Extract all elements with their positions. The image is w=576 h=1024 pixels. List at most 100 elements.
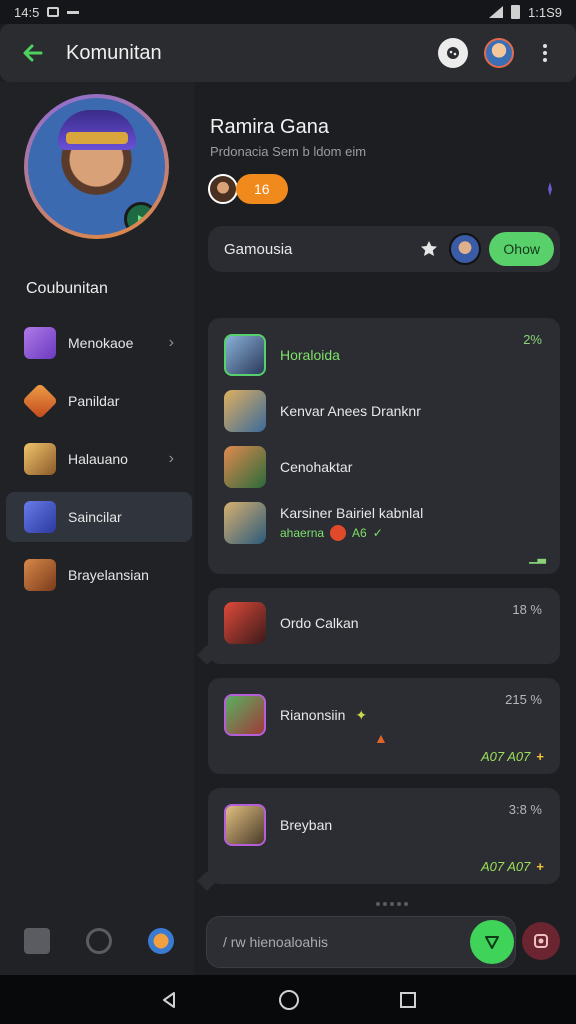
- list-item[interactable]: Cenohaktar: [224, 446, 352, 488]
- list-item[interactable]: Karsiner Bairiel kabnlal ahaerna A6 ✓: [224, 502, 423, 544]
- profile-portrait[interactable]: [24, 94, 169, 239]
- play-icon[interactable]: [124, 202, 158, 235]
- status-time: 14:5: [14, 4, 40, 20]
- check-icon: ✓: [372, 526, 383, 540]
- warning-icon: ▲: [374, 730, 388, 746]
- list-item[interactable]: Horaloida: [224, 334, 340, 376]
- list-item-title: Ordo Calkan: [280, 615, 359, 631]
- profile-stats: 16: [208, 174, 288, 204]
- warrior-icon: [24, 443, 56, 475]
- sidebar-item-halauano[interactable]: Halauano ›: [6, 434, 192, 484]
- back-triangle-icon[interactable]: [159, 990, 179, 1010]
- send-button[interactable]: [470, 920, 514, 964]
- more-vert-icon: [543, 44, 547, 62]
- signal-icon: [489, 6, 504, 18]
- plus-icon[interactable]: +: [536, 859, 544, 874]
- fire-icon: [330, 525, 347, 541]
- list-item-meta: ahaerna A6 ✓: [280, 525, 423, 541]
- more-button[interactable]: [530, 38, 560, 68]
- status-bar: 14:5 1:1S9: [0, 0, 576, 24]
- sidebar-item-label: Menokaoe: [68, 335, 134, 351]
- arrow-left-icon: [23, 44, 43, 62]
- chevron-right-icon: ›: [168, 450, 174, 467]
- star-icon[interactable]: [419, 239, 439, 259]
- minus-icon: [67, 10, 80, 14]
- page-title: Komunitan: [66, 41, 162, 64]
- plus-icon[interactable]: +: [536, 749, 544, 764]
- card-percent: 18 %: [512, 602, 542, 617]
- message-placeholder: / rw hienoaloahis: [223, 934, 329, 950]
- list-item-title: Cenohaktar: [280, 459, 353, 475]
- hero-icon: [224, 390, 266, 432]
- sidebar-item-menokaoe[interactable]: Menokaoe ›: [6, 318, 192, 368]
- avatar: [484, 38, 514, 68]
- profile-avatar-button[interactable]: [484, 38, 514, 68]
- hero-icon: [224, 694, 266, 736]
- hero-card[interactable]: 3:8 % Breyban A07 A07 +: [208, 788, 560, 884]
- card-percent: 2%: [523, 332, 542, 347]
- battery-icon: [511, 5, 521, 19]
- sidebar-item-brayelansian[interactable]: Brayelansian: [6, 550, 192, 600]
- list-item-title: Breyban: [280, 817, 333, 833]
- gamepad-icon: [447, 47, 459, 59]
- sidebar-section-title: Coubunitan: [26, 280, 108, 297]
- hero-card[interactable]: 18 % Ordo Calkan: [208, 588, 560, 664]
- avatar: [208, 174, 238, 204]
- chest-icon: [24, 559, 56, 591]
- status-battery: 1:1S9: [528, 4, 562, 20]
- sidebar-item-saincilar[interactable]: Saincilar: [6, 492, 192, 542]
- face-icon[interactable]: [86, 928, 112, 954]
- sidebar-item-label: Saincilar: [68, 509, 122, 525]
- hero-icon: [224, 334, 266, 376]
- hero-list-card: 2% Horaloida Kenvar Anees Dranknr Cenoha…: [208, 318, 560, 574]
- sidebar: Coubunitan Menokaoe › Panildar Halauano …: [0, 82, 194, 975]
- card-footer: A07 A07 +: [481, 749, 544, 764]
- home-icon[interactable]: [24, 928, 50, 954]
- hero-icon: [224, 804, 266, 846]
- meta-value: A6: [352, 526, 367, 540]
- hero-icon: [224, 446, 266, 488]
- chevron-right-icon: ›: [168, 334, 174, 351]
- game-button[interactable]: [438, 38, 468, 68]
- game-filter-bar[interactable]: Gamousia Ohow: [208, 226, 560, 272]
- camera-icon: [534, 934, 548, 948]
- back-button[interactable]: [16, 36, 50, 70]
- sidebar-item-label: Halauano: [68, 451, 128, 467]
- sidebar-bottom-bar: [24, 928, 174, 954]
- card-percent: 215 %: [505, 692, 542, 707]
- main-content: Ramira Gana Prdonacia Sem b ldom eim 16 …: [194, 82, 576, 975]
- card-percent: 3:8 %: [508, 802, 542, 817]
- send-icon: [485, 936, 499, 949]
- home-circle-icon[interactable]: [278, 989, 300, 1011]
- hero-icon: [224, 602, 266, 644]
- profile-name: Ramira Gana: [210, 116, 329, 138]
- hero-card[interactable]: 215 % Rianonsiin ✦ ▲ A07 A07 +: [208, 678, 560, 774]
- globe-icon[interactable]: [148, 928, 174, 954]
- notification-icon: [47, 7, 60, 17]
- sword-icon: [24, 501, 56, 533]
- meta-label: ahaerna: [280, 526, 325, 540]
- list-item: Rianonsiin ✦: [224, 694, 367, 736]
- drag-handle[interactable]: [376, 902, 408, 906]
- list-item-title: Kenvar Anees Dranknr: [280, 403, 421, 419]
- avatar[interactable]: [449, 233, 482, 265]
- crystal-icon: [24, 327, 56, 359]
- show-button[interactable]: Ohow: [489, 232, 554, 266]
- sidebar-list: Menokaoe › Panildar Halauano › Saincilar…: [6, 318, 192, 608]
- sidebar-item-label: Brayelansian: [68, 567, 149, 583]
- leaf-icon: ✦: [355, 706, 368, 723]
- list-item[interactable]: Kenvar Anees Dranknr: [224, 390, 421, 432]
- sidebar-item-panildar[interactable]: Panildar: [6, 376, 192, 426]
- hero-icon: [224, 502, 266, 544]
- recents-square-icon[interactable]: [399, 991, 417, 1009]
- camera-button[interactable]: [522, 922, 560, 960]
- sidebar-item-label: Panildar: [68, 393, 120, 409]
- footer-label: A07 A07: [481, 859, 531, 874]
- filter-label: Gamousia: [224, 240, 293, 258]
- hero-portrait-image: [28, 98, 165, 235]
- card-footer: A07 A07 +: [481, 859, 544, 874]
- list-item: Breyban: [224, 804, 332, 846]
- signal-bars-icon: ▁▃: [529, 552, 546, 564]
- gem-icon: [21, 382, 59, 420]
- app-bar: Komunitan: [0, 24, 576, 82]
